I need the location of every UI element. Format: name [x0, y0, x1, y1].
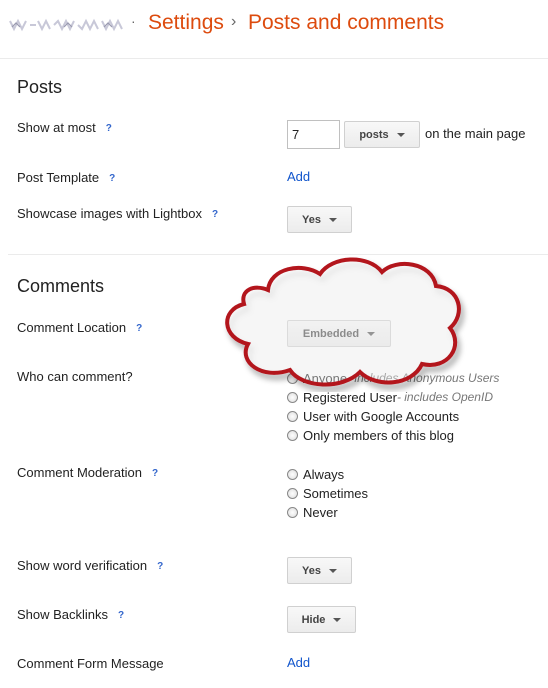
- word-verification-dropdown[interactable]: Yes: [287, 557, 352, 584]
- show-backlinks-label: Show Backlinks?: [17, 607, 125, 622]
- breadcrumb-separator: ·: [131, 13, 136, 29]
- radio-moderation-sometimes[interactable]: Sometimes: [287, 485, 368, 501]
- comment-location-label: Comment Location?: [17, 320, 143, 335]
- help-icon[interactable]: ?: [157, 561, 163, 572]
- radio-button[interactable]: [287, 468, 298, 480]
- posts-section-title: Posts: [17, 77, 63, 97]
- posts-count-input[interactable]: 7: [287, 120, 340, 149]
- cloud-annotation: [225, 257, 461, 387]
- chevron-down-icon: [333, 617, 342, 622]
- post-template-label: Post Template?: [17, 170, 116, 185]
- radio-members-only[interactable]: Only members of this blog: [287, 427, 454, 443]
- chevron-down-icon: [328, 568, 337, 573]
- radio-button[interactable]: [287, 429, 298, 441]
- word-verification-label: Show word verification?: [17, 558, 164, 573]
- radio-moderation-never[interactable]: Never: [287, 504, 338, 520]
- comment-form-message-add-link[interactable]: Add: [287, 655, 310, 670]
- main-page-suffix: on the main page: [425, 126, 526, 141]
- radio-button[interactable]: [287, 506, 298, 518]
- help-icon[interactable]: ?: [106, 123, 112, 134]
- comment-form-message-label: Comment Form Message: [17, 656, 164, 671]
- header: · Settings › Posts and comments: [0, 0, 548, 59]
- comments-section-title: Comments: [17, 276, 105, 296]
- radio-button[interactable]: [287, 410, 298, 422]
- comment-moderation-label: Comment Moderation?: [17, 465, 159, 480]
- posts-unit-dropdown[interactable]: posts: [344, 121, 420, 148]
- help-icon[interactable]: ?: [109, 173, 115, 184]
- chevron-down-icon: [396, 132, 405, 137]
- backlinks-dropdown[interactable]: Hide: [287, 606, 356, 633]
- lightbox-dropdown[interactable]: Yes: [287, 206, 352, 233]
- radio-google-accounts[interactable]: User with Google Accounts: [287, 408, 459, 424]
- blog-name-obscured[interactable]: [8, 17, 126, 33]
- who-can-comment-label: Who can comment?: [17, 369, 133, 384]
- radio-moderation-always[interactable]: Always: [287, 466, 344, 482]
- breadcrumb-arrow: ›: [231, 13, 237, 30]
- page-title: Posts and comments: [248, 11, 445, 34]
- chevron-down-icon: [328, 217, 337, 222]
- help-icon[interactable]: ?: [212, 209, 218, 220]
- show-at-most-label: Show at most?: [17, 120, 112, 135]
- help-icon[interactable]: ?: [152, 468, 158, 479]
- breadcrumb-settings[interactable]: Settings: [148, 11, 224, 35]
- help-icon[interactable]: ?: [118, 610, 124, 621]
- radio-button[interactable]: [287, 391, 298, 403]
- lightbox-label: Showcase images with Lightbox?: [17, 206, 219, 221]
- help-icon[interactable]: ?: [136, 323, 142, 334]
- post-template-add-link[interactable]: Add: [287, 169, 310, 184]
- radio-button[interactable]: [287, 487, 298, 499]
